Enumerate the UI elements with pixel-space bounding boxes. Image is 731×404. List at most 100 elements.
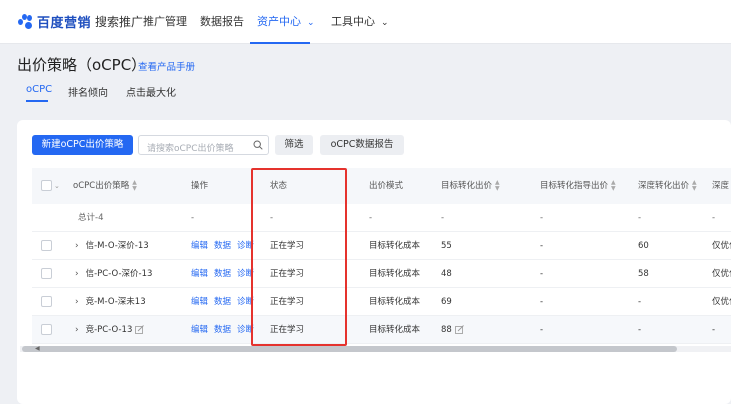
column-header-deep-bid[interactable]: 深度转化出价 ▲ ▼ <box>638 168 697 204</box>
bid-mode-cell: 目标转化成本 <box>369 325 421 335</box>
select-all-checkbox[interactable] <box>41 180 52 191</box>
chevron-right-icon[interactable]: › <box>75 325 79 335</box>
sort-icon[interactable]: ▲ ▼ <box>132 179 137 192</box>
table-cell: - <box>712 213 716 223</box>
strategy-name: 竞-PC-O-13 <box>85 325 133 335</box>
data-link[interactable]: 数据 <box>214 325 231 335</box>
page-title: 出价策略（oCPC） <box>17 56 147 74</box>
action-cell: 编辑 数据 诊断 <box>191 288 260 316</box>
nav-item-assets[interactable]: 资产中心 ⌄ <box>257 0 315 44</box>
table-cell: - <box>441 213 445 223</box>
data-link[interactable]: 数据 <box>214 241 231 251</box>
chevron-right-icon[interactable]: › <box>75 297 79 307</box>
nav-item-promotion[interactable]: 推广管理 <box>143 0 187 44</box>
strategy-name: 竞-M-O-深未13 <box>85 297 146 307</box>
column-header-guide-bid[interactable]: 目标转化指导出价 ▲ ▼ <box>540 168 616 204</box>
nav-label: 工具中心 <box>331 15 375 28</box>
row-checkbox[interactable] <box>41 268 52 279</box>
chevron-down-icon: ⌄ <box>307 18 315 28</box>
new-ocpc-strategy-button[interactable]: 新建oCPC出价策略 <box>32 135 133 155</box>
nav-item-tools[interactable]: 工具中心 ⌄ <box>331 0 389 44</box>
brand-name: 百度营销 <box>37 16 92 31</box>
tab-ocpc[interactable]: oCPC <box>26 84 52 95</box>
strategy-name-cell: › 竞-M-O-深未13 <box>75 288 146 316</box>
deep-cell: 仅优化 <box>712 297 731 307</box>
edit-link[interactable]: 编辑 <box>191 297 208 307</box>
nav-item-reports[interactable]: 数据报告 <box>200 0 244 44</box>
table-row[interactable]: › 竞-PC-O-13 编辑 数据 诊断 正在学习 目标转化成本 88 - - - <box>32 316 731 344</box>
guide-bid-cell: - <box>540 269 544 279</box>
nav-label: 资产中心 <box>257 15 301 28</box>
column-header-deep[interactable]: 深度 <box>712 168 729 204</box>
column-label: 目标转化出价 <box>441 181 493 191</box>
active-nav-indicator <box>250 42 310 44</box>
table-cell: - <box>369 213 373 223</box>
column-header-actions: 操作 <box>191 168 208 204</box>
row-checkbox[interactable] <box>41 296 52 307</box>
brand-logo[interactable]: 百度营销 搜索推广 <box>18 12 143 31</box>
strategy-name-cell: › 竞-PC-O-13 <box>75 316 145 344</box>
bid-mode-cell: 目标转化成本 <box>369 269 421 279</box>
target-bid-cell: 88 <box>441 316 464 344</box>
deep-bid-cell: 60 <box>638 241 649 251</box>
brand-subtitle: 搜索推广 <box>95 15 144 29</box>
top-navigation-bar: 百度营销 搜索推广 推广管理 数据报告 资产中心 ⌄ 工具中心 ⌄ <box>0 0 731 44</box>
deep-cell: 仅优化 <box>712 241 731 251</box>
strategy-name-cell: › 信-PC-O-深价-13 <box>75 260 152 288</box>
chevron-down-icon[interactable]: ⌄ <box>54 168 60 204</box>
target-bid-value: 88 <box>441 325 452 335</box>
edit-link[interactable]: 编辑 <box>191 241 208 251</box>
guide-bid-cell: - <box>540 297 544 307</box>
scrollbar-thumb[interactable] <box>22 346 677 352</box>
table-row[interactable]: › 竞-M-O-深未13 编辑 数据 诊断 正在学习 目标转化成本 69 - - 仅优… <box>32 288 731 316</box>
action-cell: 编辑 数据 诊断 <box>191 316 260 344</box>
nav-label: 数据报告 <box>200 15 244 28</box>
deep-bid-cell: - <box>638 297 642 307</box>
ocpc-report-button[interactable]: oCPC数据报告 <box>320 135 404 155</box>
column-header-target-bid[interactable]: 目标转化出价 ▲ ▼ <box>441 168 500 204</box>
chevron-down-icon: ⌄ <box>381 18 389 28</box>
active-tab-indicator <box>26 100 48 102</box>
sort-icon[interactable]: ▲ ▼ <box>495 179 500 192</box>
edit-icon[interactable] <box>135 325 145 334</box>
strategy-panel: 新建oCPC出价策略 筛选 oCPC数据报告 ⌄ oCPC出价策略▲▼ 操作 状… <box>17 120 731 404</box>
product-manual-link[interactable]: 查看产品手册 <box>138 59 195 73</box>
table-row[interactable]: › 信-M-O-深价-13 编辑 数据 诊断 正在学习 目标转化成本 55 - 60 … <box>32 232 731 260</box>
column-label: 出价模式 <box>369 181 404 191</box>
column-label: 深度转化出价 <box>638 181 690 191</box>
row-checkbox[interactable] <box>41 240 52 251</box>
column-header-strategy[interactable]: oCPC出价策略 ▲ ▼ <box>73 168 137 204</box>
action-cell: 编辑 数据 诊断 <box>191 260 260 288</box>
filter-button[interactable]: 筛选 <box>275 135 313 155</box>
strategy-name: 信-PC-O-深价-13 <box>85 269 153 279</box>
deep-cell: 仅优化 <box>712 269 731 279</box>
edit-link[interactable]: 编辑 <box>191 325 208 335</box>
scroll-left-icon[interactable]: ◀ <box>35 345 40 352</box>
chevron-right-icon[interactable]: › <box>75 269 79 279</box>
table-cell: - <box>540 213 544 223</box>
data-link[interactable]: 数据 <box>214 297 231 307</box>
row-checkbox[interactable] <box>41 324 52 335</box>
table-total-row: 总计-4 - - - - - - - <box>32 204 731 232</box>
sort-icon[interactable]: ▲ ▼ <box>611 179 616 192</box>
search-input[interactable] <box>139 140 249 158</box>
table-cell: - <box>638 213 642 223</box>
guide-bid-cell: - <box>540 325 544 335</box>
target-bid-cell: 48 <box>441 269 452 279</box>
sort-icon[interactable]: ▲ ▼ <box>692 179 697 192</box>
total-label: 总计-4 <box>78 213 104 223</box>
edit-link[interactable]: 编辑 <box>191 269 208 279</box>
bid-mode-cell: 目标转化成本 <box>369 297 421 307</box>
chevron-right-icon[interactable]: › <box>75 241 79 251</box>
target-bid-cell: 69 <box>441 297 452 307</box>
table-row[interactable]: › 信-PC-O-深价-13 编辑 数据 诊断 正在学习 目标转化成本 48 - 58… <box>32 260 731 288</box>
column-label: 操作 <box>191 181 209 191</box>
data-link[interactable]: 数据 <box>214 269 231 279</box>
tab-maximize-clicks[interactable]: 点击最大化 <box>126 84 176 99</box>
search-icon[interactable] <box>253 140 263 150</box>
target-bid-cell: 55 <box>441 241 452 251</box>
tab-rank-preference[interactable]: 排名倾向 <box>68 84 108 99</box>
edit-icon[interactable] <box>454 325 464 334</box>
column-header-bid-mode: 出价模式 <box>369 168 403 204</box>
strategy-search <box>138 135 269 158</box>
